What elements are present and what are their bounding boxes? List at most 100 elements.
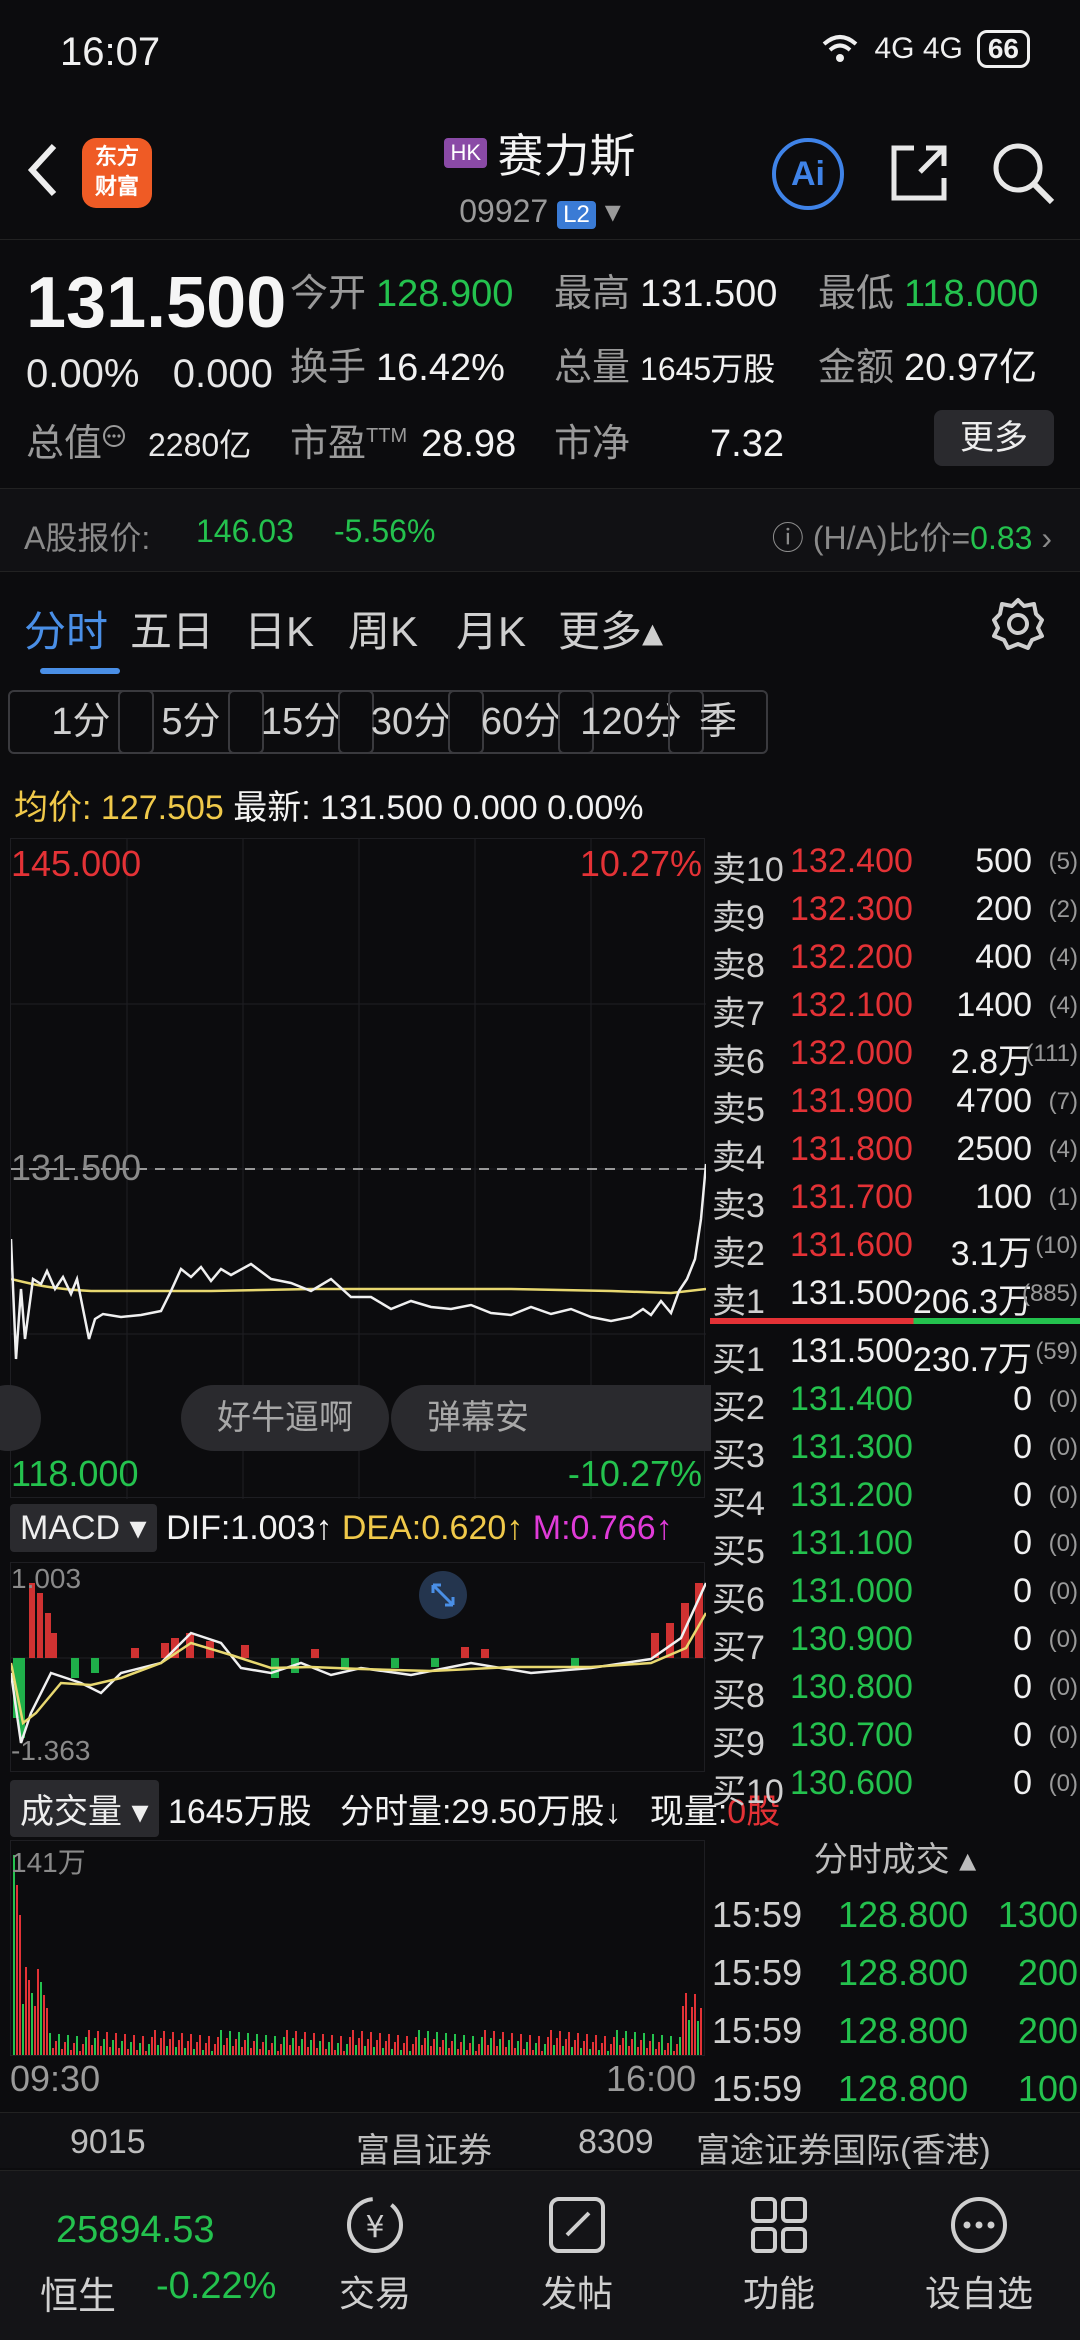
macd-indicator-select[interactable]: MACD ▾	[10, 1504, 157, 1552]
interval-quarter[interactable]: 季	[668, 690, 768, 754]
volume-bar	[265, 2035, 267, 2055]
bid-level: 买3	[712, 1437, 765, 1475]
tab-more[interactable]: 更多▴	[558, 598, 663, 659]
ask-row[interactable]: 卖10 132.400 500 (5)	[710, 838, 1080, 889]
ask-qty: 100	[975, 1178, 1032, 1216]
search-button[interactable]	[988, 138, 1058, 208]
danmaku-toggle[interactable]: 弹幕安	[391, 1385, 711, 1451]
more-quote-button[interactable]: 更多	[934, 410, 1054, 466]
volume-bar	[424, 2038, 426, 2055]
ask-qty: 1400	[956, 986, 1032, 1024]
macd-top-label: 1.003	[11, 1563, 82, 1594]
volume-bar	[475, 2051, 477, 2055]
turnover-cell: 换手 16.42%	[290, 347, 505, 389]
dif-path	[11, 1582, 706, 1744]
ask-row[interactable]: 卖7 132.100 1400 (4)	[710, 982, 1080, 1033]
volume-bar	[196, 2042, 198, 2055]
bid-row[interactable]: 买3 131.300 0 (0)	[710, 1424, 1080, 1475]
tab-monthly-k[interactable]: 月K	[456, 598, 526, 659]
volume-bar	[205, 2043, 207, 2055]
ai-button[interactable]: Ai	[772, 138, 844, 210]
ask-row[interactable]: 卖9 132.300 200 (2)	[710, 886, 1080, 937]
volume-bar	[535, 2043, 537, 2055]
volume-bar	[403, 2043, 405, 2055]
tab-daily-k[interactable]: 日K	[244, 598, 314, 659]
bid-row[interactable]: 买4 131.200 0 (0)	[710, 1472, 1080, 1523]
bid-row[interactable]: 买5 131.100 0 (0)	[710, 1520, 1080, 1571]
level2-tag: L2	[557, 201, 596, 229]
expand-button[interactable]	[419, 1571, 467, 1619]
ask-level: 卖6	[712, 1043, 765, 1081]
volume-bar	[46, 2008, 48, 2055]
tick-vol: 200	[1017, 2010, 1078, 2051]
ask-row[interactable]: 卖1 131.500 206.3万 (885)	[710, 1270, 1080, 1321]
bid-row[interactable]: 买9 130.700 0 (0)	[710, 1712, 1080, 1763]
volume-bar	[544, 2044, 546, 2055]
share-button[interactable]	[884, 138, 954, 208]
bid-row[interactable]: 买10 130.600 0 (0)	[710, 1760, 1080, 1811]
volume-bar	[655, 2049, 657, 2055]
nav-add-watchlist[interactable]: 设自选	[914, 2193, 1044, 2317]
bid-row[interactable]: 买1 131.500 230.7万 (59)	[710, 1328, 1080, 1379]
latest-price: 131.500	[320, 789, 444, 827]
bid-price: 130.900	[790, 1620, 913, 1658]
ask-row[interactable]: 卖3 131.700 100 (1)	[710, 1174, 1080, 1225]
bid-row[interactable]: 买2 131.400 0 (0)	[710, 1376, 1080, 1427]
bid-row[interactable]: 买8 130.800 0 (0)	[710, 1664, 1080, 1715]
ask-level: 卖4	[712, 1139, 765, 1177]
nav-post[interactable]: 发帖	[512, 2193, 642, 2317]
volume-bar	[532, 2050, 534, 2055]
volume-bar	[238, 2032, 240, 2055]
volume-bar	[175, 2047, 177, 2055]
macd-chart[interactable]: 1.003 -1.363	[10, 1562, 706, 1772]
bid-level: 买1	[712, 1341, 765, 1379]
bid-count: (0)	[1048, 1722, 1078, 1749]
nav-trade[interactable]: ¥ 交易	[310, 2193, 440, 2317]
volume-bar	[574, 2040, 576, 2055]
intraday-chart[interactable]: 145.000 10.27% 131.500 118.000 -10.27% 好…	[0, 838, 711, 1499]
ask-row[interactable]: 卖6 132.000 2.8万 (111)	[710, 1030, 1080, 1081]
ask-qty: 3.1万	[950, 1235, 1032, 1273]
volume-bar	[28, 1980, 30, 2055]
bid-row[interactable]: 买7 130.900 0 (0)	[710, 1616, 1080, 1667]
volume-bar	[187, 2041, 189, 2055]
volume-bar	[256, 2034, 258, 2055]
volume-bar	[151, 2037, 153, 2055]
ask-qty: 500	[975, 842, 1032, 880]
avg-price-line: 均价: 127.505 最新: 131.500 0.000 0.00%	[14, 789, 644, 827]
ha-ratio: ⓘ (H/A)比价=0.83 ›	[771, 520, 1052, 556]
tick-time: 15:59	[712, 1894, 803, 1935]
volume-bar	[226, 2038, 228, 2055]
bid-count: (0)	[1048, 1674, 1078, 1701]
volume-bar	[412, 2044, 414, 2055]
volume-bar	[343, 2051, 345, 2055]
bid-row[interactable]: 买6 131.000 0 (0)	[710, 1568, 1080, 1619]
volume-bar	[430, 2046, 432, 2055]
volume-bar	[391, 2049, 393, 2055]
ask-row[interactable]: 卖8 132.200 400 (4)	[710, 934, 1080, 985]
tab-intraday[interactable]: 分时	[24, 598, 108, 659]
ask-row[interactable]: 卖4 131.800 2500 (4)	[710, 1126, 1080, 1177]
volume-bar	[214, 2044, 216, 2055]
ask-row[interactable]: 卖2 131.600 3.1万 (10)	[710, 1222, 1080, 1273]
volume-bar	[550, 2030, 552, 2055]
volume-bar	[499, 2039, 501, 2055]
volume-bar	[142, 2036, 144, 2055]
svg-text:¥: ¥	[365, 2210, 384, 2245]
info-icon[interactable]	[102, 424, 126, 453]
nav-functions[interactable]: 功能	[714, 2193, 844, 2317]
volume-bar	[328, 2042, 330, 2055]
volume-indicator-select[interactable]: 成交量 ▾	[10, 1780, 159, 1837]
a-share-bar[interactable]: A股报价: 146.03 -5.56% ⓘ (H/A)比价=0.83 ›	[0, 488, 1080, 572]
ask-row[interactable]: 卖5 131.900 4700 (7)	[710, 1078, 1080, 1129]
volume-bar	[340, 2036, 342, 2055]
search-icon	[993, 143, 1055, 205]
volume-bar	[13, 1855, 15, 2055]
volume-bar	[52, 2048, 54, 2055]
volume-chart[interactable]: 141万	[10, 1840, 705, 2056]
tab-five-day[interactable]: 五日	[130, 598, 214, 659]
ticks-title[interactable]: 分时成交 ▴	[710, 1832, 1080, 1881]
tab-weekly-k[interactable]: 周K	[348, 598, 418, 659]
settings-button[interactable]	[990, 596, 1046, 657]
volume-bar	[22, 2004, 24, 2055]
